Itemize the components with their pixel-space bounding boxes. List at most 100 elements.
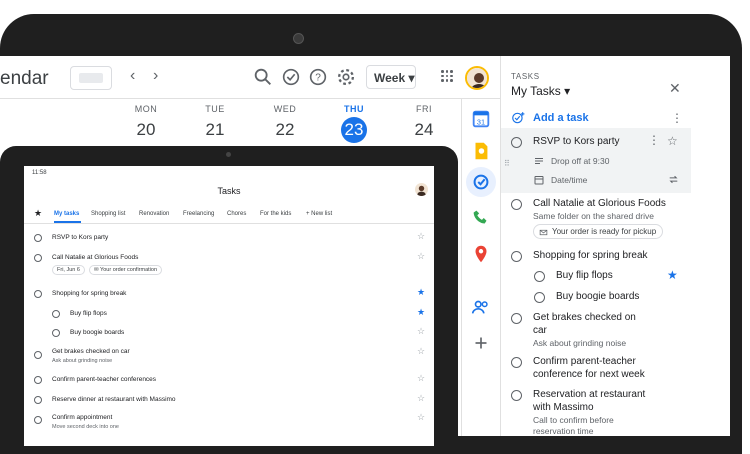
- task-checkbox[interactable]: [511, 313, 522, 324]
- tab-my-tasks[interactable]: My tasks: [54, 211, 79, 217]
- task-checkbox[interactable]: [511, 199, 522, 210]
- subtask-checkbox[interactable]: [534, 271, 545, 282]
- tasks-icon[interactable]: [470, 171, 492, 193]
- star-icon[interactable]: ☆: [417, 346, 425, 357]
- task-title[interactable]: Confirm parent-teacher conferences: [52, 376, 156, 383]
- subtask-checkbox[interactable]: [52, 329, 60, 337]
- task-checkbox[interactable]: [511, 251, 522, 262]
- more-vert-icon[interactable]: ⋮: [671, 111, 683, 125]
- task-checkbox[interactable]: [34, 254, 42, 262]
- task-title[interactable]: Get brakes checked on: [533, 312, 636, 323]
- task-title-input[interactable]: RSVP to Kors party: [533, 136, 620, 147]
- email-chip[interactable]: ✉ Your order confirmation: [89, 265, 163, 275]
- tab-shopping-list[interactable]: Shopping list: [91, 211, 125, 217]
- search-icon[interactable]: [252, 66, 274, 88]
- task-title[interactable]: Shopping for spring break: [52, 290, 126, 297]
- star-icon[interactable]: ☆: [417, 393, 425, 404]
- task-title-line2[interactable]: car: [533, 325, 547, 336]
- task-check-icon[interactable]: [280, 66, 302, 88]
- task-details[interactable]: Drop off at 9:30: [551, 156, 609, 166]
- subtask-title[interactable]: Buy boogie boards: [556, 291, 639, 302]
- task-checkbox[interactable]: [511, 357, 522, 368]
- subtask-checkbox[interactable]: [52, 310, 60, 318]
- tablet-camera: [226, 152, 231, 157]
- day-column-fri[interactable]: FRI 24: [404, 104, 444, 143]
- tab-freelancing[interactable]: Freelancing: [183, 211, 214, 217]
- star-icon[interactable]: ☆: [417, 231, 425, 242]
- add-addon-icon[interactable]: [470, 332, 492, 354]
- task-details: Call to confirm before: [533, 415, 614, 425]
- tab-for-the-kids[interactable]: For the kids: [260, 211, 291, 217]
- gear-icon[interactable]: [335, 66, 357, 88]
- next-week-button[interactable]: ›: [153, 67, 158, 85]
- task-checkbox[interactable]: [34, 290, 42, 298]
- task-checkbox[interactable]: [34, 396, 42, 404]
- tab-renovation[interactable]: Renovation: [139, 211, 169, 217]
- day-column-thu[interactable]: THU 23: [334, 104, 374, 143]
- task-title-line2[interactable]: conference for next week: [533, 369, 645, 380]
- add-task-icon[interactable]: [511, 111, 525, 125]
- svg-text:?: ?: [315, 73, 321, 84]
- day-column-wed[interactable]: WED 22: [265, 104, 305, 143]
- star-icon[interactable]: ☆: [667, 134, 678, 148]
- star-filled-icon[interactable]: ★: [667, 268, 678, 282]
- subtask-title[interactable]: Buy boogie boards: [70, 329, 124, 336]
- task-title[interactable]: Confirm appointment: [52, 414, 112, 421]
- task-title[interactable]: Confirm parent-teacher: [533, 356, 636, 367]
- keep-icon[interactable]: [470, 140, 492, 162]
- tablet-device: 11:58 Tasks ★ My tasks Shopping list Ren…: [0, 146, 458, 446]
- tab-new-list[interactable]: + New list: [306, 211, 332, 217]
- star-icon[interactable]: ☆: [417, 373, 425, 384]
- apps-grid-icon[interactable]: [441, 70, 453, 82]
- star-icon[interactable]: ☆: [417, 412, 425, 423]
- task-title[interactable]: Get brakes checked on car: [52, 348, 130, 355]
- task-title[interactable]: Shopping for spring break: [533, 250, 648, 261]
- contacts-phone-icon[interactable]: [470, 207, 492, 229]
- task-checkbox[interactable]: [34, 351, 42, 359]
- today-button[interactable]: [70, 66, 112, 90]
- close-icon[interactable]: ✕: [669, 80, 681, 97]
- starred-tab-icon[interactable]: ★: [34, 208, 42, 219]
- view-select[interactable]: Week ▾: [366, 65, 416, 89]
- star-icon[interactable]: ☆: [417, 251, 425, 262]
- task-checkbox[interactable]: [34, 234, 42, 242]
- help-icon[interactable]: ?: [307, 66, 329, 88]
- drag-handle-icon[interactable]: ⠿: [504, 159, 510, 168]
- details-icon: [535, 158, 543, 164]
- task-title[interactable]: Call Natalie at Glorious Foods: [533, 198, 666, 209]
- tab-chores[interactable]: Chores: [227, 211, 246, 217]
- subtask-title[interactable]: Buy flip flops: [70, 310, 107, 317]
- task-title[interactable]: Call Natalie at Glorious Foods: [52, 254, 138, 261]
- day-column-tue[interactable]: TUE 21: [195, 104, 235, 143]
- date-time-field[interactable]: Date/time: [551, 175, 587, 185]
- star-icon[interactable]: ☆: [417, 326, 425, 337]
- star-filled-icon[interactable]: ★: [417, 307, 425, 318]
- task-checkbox[interactable]: [511, 390, 522, 401]
- subtask-checkbox[interactable]: [534, 292, 545, 303]
- calendar-icon[interactable]: 31: [470, 108, 492, 130]
- task-checkbox[interactable]: [34, 416, 42, 424]
- subtask-title[interactable]: Buy flip flops: [556, 270, 613, 281]
- task-title-line2[interactable]: with Massimo: [533, 402, 594, 413]
- date-chip[interactable]: Fri, Jun 6: [52, 265, 85, 275]
- task-checkbox[interactable]: [34, 376, 42, 384]
- task-title[interactable]: Reservation at restaurant: [533, 389, 645, 400]
- tablet-avatar[interactable]: [415, 183, 428, 196]
- user-avatar[interactable]: [465, 66, 489, 90]
- task-title[interactable]: Reserve dinner at restaurant with Massim…: [52, 396, 176, 403]
- email-chip[interactable]: Your order is ready for pickup: [533, 224, 664, 239]
- task-more-icon[interactable]: ⋮: [648, 133, 660, 147]
- task-title[interactable]: RSVP to Kors party: [52, 234, 108, 241]
- star-filled-icon[interactable]: ★: [417, 287, 425, 298]
- people-icon[interactable]: [470, 296, 492, 318]
- maps-icon[interactable]: [470, 243, 492, 265]
- add-task-button[interactable]: Add a task: [533, 112, 589, 124]
- calendar-date-icon: [534, 176, 544, 185]
- list-selector[interactable]: My Tasks ▾: [511, 84, 570, 98]
- task-checkbox[interactable]: [511, 137, 522, 148]
- repeat-icon[interactable]: [667, 173, 680, 186]
- day-column-mon[interactable]: MON 20: [126, 104, 166, 143]
- svg-text:31: 31: [477, 118, 485, 127]
- task-details: Ask about grinding noise: [533, 338, 627, 348]
- prev-week-button[interactable]: ‹: [130, 67, 135, 85]
